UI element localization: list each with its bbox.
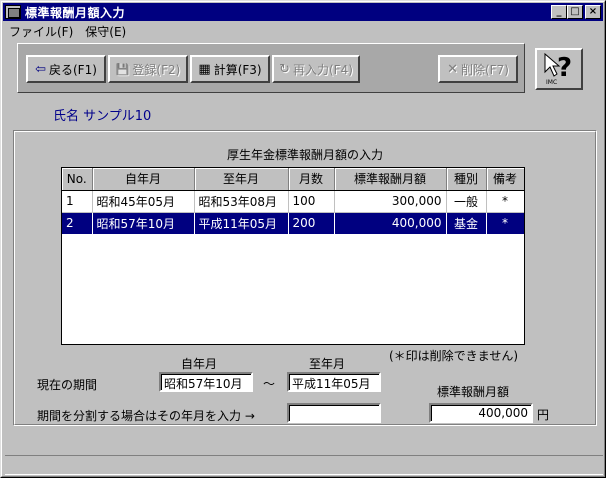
section-title: 厚生年金標準報酬月額の入力 — [227, 148, 384, 162]
split-period-label: 期間を分割する場合はその年月を入力 → — [37, 409, 255, 423]
amount-header-label: 標準報酬月額 — [437, 385, 510, 399]
back-button-label: 戻る(F1) — [49, 62, 97, 77]
from-header-label: 自年月 — [181, 357, 218, 371]
maximize-button[interactable]: □ — [567, 5, 583, 19]
calculate-button-label: 計算(F3) — [213, 62, 262, 77]
toolbar: ⇦ 戻る(F1) 💾 登録(F2) ▦ 計算(F3) ↻ 再入力(F4) ✕ 削… — [17, 43, 525, 93]
cell-to[interactable]: 昭和53年08月 — [194, 190, 289, 213]
col-header-no[interactable]: No. — [62, 168, 93, 191]
minimize-button[interactable]: _ — [551, 5, 567, 19]
app-icon[interactable] — [5, 5, 21, 19]
cell-no[interactable]: 1 — [62, 190, 93, 213]
tilde-separator: 〜 — [263, 377, 276, 391]
patient-name: 氏名 サンプル10 — [53, 109, 152, 124]
calculate-button[interactable]: ▦ 計算(F3) — [190, 55, 270, 83]
table-header-row: No. 自年月 至年月 月数 標準報酬月額 種別 備考 — [62, 168, 524, 191]
menu-maintenance[interactable]: 保守(E) — [79, 23, 132, 40]
close-button[interactable]: × — [585, 5, 601, 19]
refresh-icon: ↻ — [279, 61, 290, 77]
window-controls: _ □ × — [551, 5, 601, 19]
amount-field[interactable]: 400,000 — [429, 403, 533, 423]
register-button[interactable]: 💾 登録(F2) — [108, 55, 188, 83]
menu-file[interactable]: ファイル(F) — [3, 23, 79, 40]
reenter-button[interactable]: ↻ 再入力(F4) — [272, 55, 360, 83]
status-bar — [5, 455, 603, 475]
col-header-amount[interactable]: 標準報酬月額 — [334, 168, 447, 191]
cell-from[interactable]: 昭和45年05月 — [92, 190, 195, 213]
table-row-selected[interactable]: 2 昭和57年10月 平成11年05月 200 400,000 基金 * — [62, 212, 524, 235]
current-to-field[interactable]: 平成11年05月 — [287, 372, 381, 392]
amount-unit: 円 — [537, 408, 550, 422]
cell-type[interactable]: 基金 — [446, 212, 487, 235]
delete-button-label: 削除(F7) — [461, 62, 509, 77]
col-header-note[interactable]: 備考 — [486, 168, 524, 191]
deletion-note: (＊印は削除できません) — [389, 349, 519, 363]
salary-table[interactable]: No. 自年月 至年月 月数 標準報酬月額 種別 備考 1 昭和45年05月 昭… — [61, 167, 525, 345]
cell-from[interactable]: 昭和57年10月 — [92, 212, 195, 235]
main-window: 標準報酬月額入力 _ □ × ファイル(F) 保守(E) ⇦ 戻る(F1) 💾 … — [0, 0, 606, 478]
cell-note[interactable]: * — [486, 190, 524, 213]
back-button[interactable]: ⇦ 戻る(F1) — [26, 55, 106, 83]
col-header-months[interactable]: 月数 — [288, 168, 335, 191]
register-button-label: 登録(F2) — [132, 62, 181, 77]
cell-months[interactable]: 200 — [288, 212, 335, 235]
col-header-type[interactable]: 種別 — [446, 168, 487, 191]
split-date-input[interactable] — [287, 403, 381, 423]
delete-x-icon: ✕ — [447, 61, 458, 77]
menu-bar: ファイル(F) 保守(E) — [3, 22, 603, 40]
help-imc-text: IMC — [546, 79, 557, 86]
cell-no[interactable]: 2 — [62, 212, 93, 235]
arrow-left-icon: ⇦ — [35, 61, 46, 77]
cell-months[interactable]: 100 — [288, 190, 335, 213]
svg-text:?: ? — [557, 53, 572, 83]
cell-type[interactable]: 一般 — [446, 190, 487, 213]
window-title: 標準報酬月額入力 — [25, 5, 126, 20]
floppy-disk-icon: 💾 — [115, 62, 130, 76]
reenter-button-label: 再入力(F4) — [293, 62, 353, 77]
col-header-from[interactable]: 自年月 — [92, 168, 195, 191]
current-from-field[interactable]: 昭和57年10月 — [159, 372, 253, 392]
cell-amount[interactable]: 300,000 — [334, 190, 447, 213]
cell-note[interactable]: * — [486, 212, 524, 235]
help-imc-icon: ? IMC — [544, 52, 572, 86]
delete-button[interactable]: ✕ 削除(F7) — [438, 55, 518, 83]
col-header-to[interactable]: 至年月 — [194, 168, 289, 191]
to-header-label: 至年月 — [309, 357, 346, 371]
current-period-label: 現在の期間 — [37, 378, 98, 392]
calculator-icon: ▦ — [198, 61, 211, 77]
cell-amount[interactable]: 400,000 — [334, 212, 447, 235]
title-bar[interactable]: 標準報酬月額入力 _ □ × — [3, 3, 603, 21]
cell-to[interactable]: 平成11年05月 — [194, 212, 289, 235]
table-row[interactable]: 1 昭和45年05月 昭和53年08月 100 300,000 一般 * — [62, 190, 524, 213]
help-button[interactable]: ? IMC — [535, 48, 583, 90]
